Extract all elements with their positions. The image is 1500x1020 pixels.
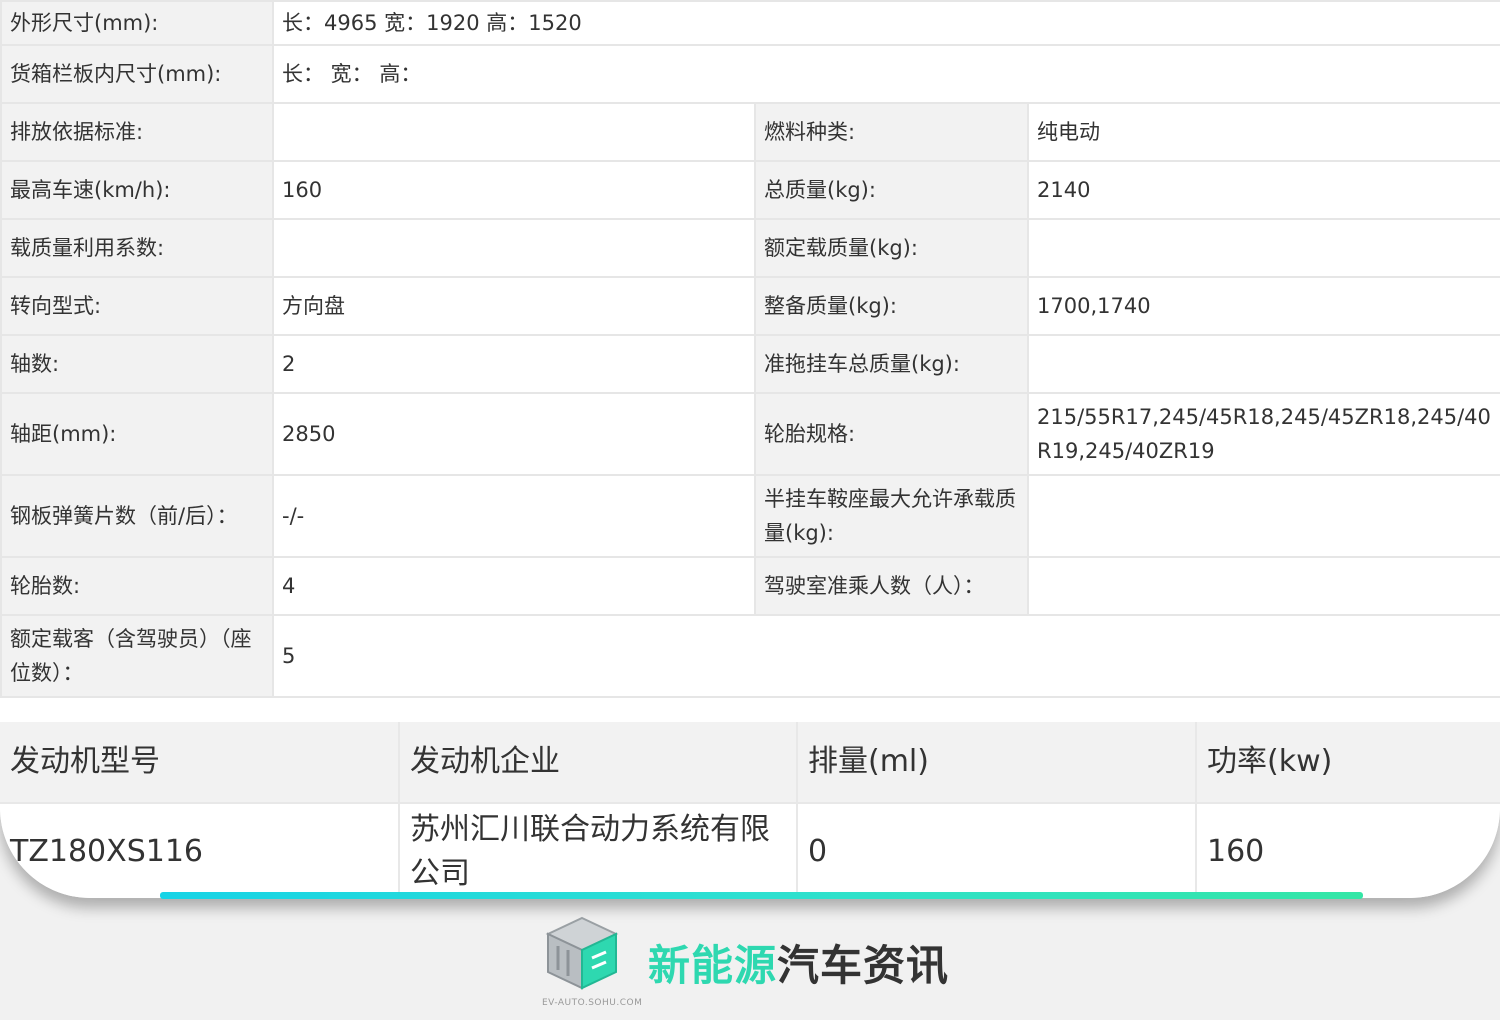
table-row: 最高车速(km/h): 160 总质量(kg): 2140 <box>0 160 1500 220</box>
cube-logo-icon <box>544 914 620 996</box>
engine-header-cell: 发动机企业 <box>399 722 798 803</box>
table-row: 轮胎数: 4 驾驶室准乘人数（人）： <box>0 556 1500 616</box>
table-row: 转向型式: 方向盘 整备质量(kg): 1700,1740 <box>0 276 1500 336</box>
dimension-label: 外形尺寸(mm): <box>0 0 274 46</box>
engine-company-value: 苏州汇川联合动力系统有限公司 <box>399 802 798 898</box>
table-row: 额定载客（含驾驶员）（座位数）： 5 <box>0 614 1500 698</box>
brand-name-green: 新能源 <box>648 941 778 990</box>
dimension-value: 长：4965 宽：1920 高：1520 <box>271 0 1500 46</box>
spec-label: 准拖挂车总质量(kg): <box>754 334 1029 394</box>
engine-table: 发动机型号 发动机企业 排量(ml) 功率(kw) TZ180XS116 苏州汇… <box>0 722 1500 898</box>
spec-label: 驾驶室准乘人数（人）： <box>754 556 1029 616</box>
spec-value <box>1026 334 1500 394</box>
spec-value <box>1026 556 1500 616</box>
table-row: 外形尺寸(mm): 长：4965 宽：1920 高：1520 <box>0 0 1500 46</box>
cargo-dimension-label: 货箱栏板内尺寸(mm): <box>0 44 274 104</box>
tire-spec-value: 215/55R17,245/45R18,245/45ZR18,245/40R19… <box>1026 392 1500 476</box>
spec-label: 轴距(mm): <box>0 392 274 476</box>
engine-header-cell: 功率(kw) <box>1196 722 1500 803</box>
spec-value <box>1026 218 1500 278</box>
spec-label: 燃料种类: <box>754 102 1029 162</box>
engine-model-value: TZ180XS116 <box>0 802 400 898</box>
spec-value: 2850 <box>272 392 756 476</box>
table-row: 排放依据标准: 燃料种类: 纯电动 <box>0 102 1500 162</box>
power-value: 160 <box>1196 802 1500 898</box>
brand-name: 新能源汽车资讯 <box>648 932 949 993</box>
brand-logo: 新能源汽车资讯 EV-AUTO.SOHU.COM <box>540 910 970 1015</box>
spec-value: 2 <box>272 334 756 394</box>
brand-url: EV-AUTO.SOHU.COM <box>542 998 643 1008</box>
spec-label: 排放依据标准: <box>0 102 274 162</box>
spec-value: 1700,1740 <box>1026 276 1500 336</box>
table-row: 轴距(mm): 2850 轮胎规格: 215/55R17,245/45R18,2… <box>0 392 1500 476</box>
engine-header-cell: 排量(ml) <box>797 722 1197 803</box>
spec-label: 总质量(kg): <box>754 160 1029 220</box>
spec-label: 半挂车鞍座最大允许承载质量(kg): <box>754 474 1029 558</box>
spec-label: 轮胎数: <box>0 556 274 616</box>
spec-value <box>272 218 756 278</box>
spec-label: 转向型式: <box>0 276 274 336</box>
table-row: 轴数: 2 准拖挂车总质量(kg): <box>0 334 1500 394</box>
displacement-value: 0 <box>797 802 1197 898</box>
spec-value: 纯电动 <box>1026 102 1500 162</box>
spec-value <box>272 102 756 162</box>
spec-value: 2140 <box>1026 160 1500 220</box>
spec-value: -/- <box>272 474 756 558</box>
brand-name-dark: 汽车资讯 <box>777 941 950 990</box>
spec-label: 整备质量(kg): <box>754 276 1029 336</box>
table-row: 货箱栏板内尺寸(mm): 长： 宽： 高： <box>0 44 1500 104</box>
passenger-value: 5 <box>271 614 1500 698</box>
spec-label: 最高车速(km/h): <box>0 160 274 220</box>
engine-header-cell: 发动机型号 <box>0 722 400 803</box>
spec-value: 160 <box>272 160 756 220</box>
spec-value: 方向盘 <box>272 276 756 336</box>
spec-card: 外形尺寸(mm): 长：4965 宽：1920 高：1520 货箱栏板内尺寸(m… <box>0 0 1500 898</box>
cargo-dimension-value: 长： 宽： 高： <box>271 44 1500 104</box>
spec-label: 轮胎规格: <box>754 392 1029 476</box>
spec-table: 外形尺寸(mm): 长：4965 宽：1920 高：1520 货箱栏板内尺寸(m… <box>0 0 1500 698</box>
spec-label: 钢板弹簧片数（前/后）： <box>0 474 274 558</box>
table-row: 钢板弹簧片数（前/后）： -/- 半挂车鞍座最大允许承载质量(kg): <box>0 474 1500 558</box>
accent-bar <box>160 892 1363 899</box>
engine-data-row: TZ180XS116 苏州汇川联合动力系统有限公司 0 160 <box>0 802 1500 898</box>
spec-label: 轴数: <box>0 334 274 394</box>
engine-header-row: 发动机型号 发动机企业 排量(ml) 功率(kw) <box>0 722 1500 803</box>
spec-value: 4 <box>272 556 756 616</box>
spec-label: 额定载质量(kg): <box>754 218 1029 278</box>
spec-label: 载质量利用系数: <box>0 218 274 278</box>
spec-value <box>1026 474 1500 558</box>
table-row: 载质量利用系数: 额定载质量(kg): <box>0 218 1500 278</box>
passenger-label: 额定载客（含驾驶员）（座位数）： <box>0 614 274 698</box>
